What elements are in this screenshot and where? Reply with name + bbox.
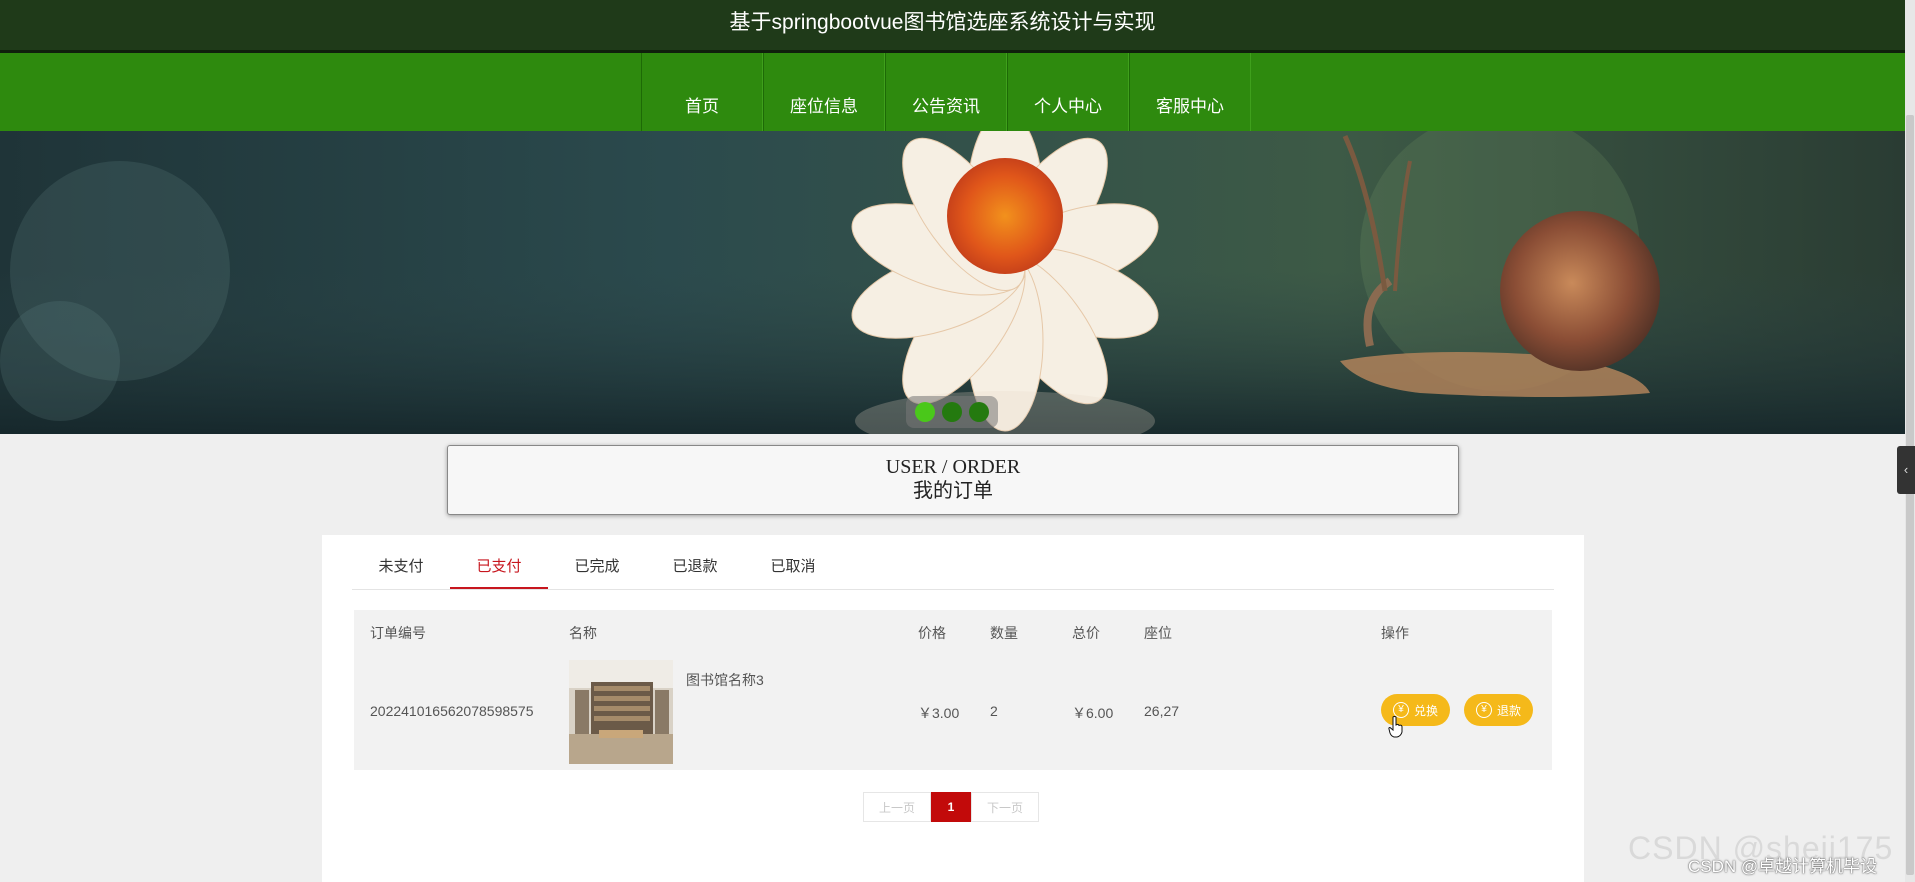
chevron-left-icon[interactable]: ‹ bbox=[1897, 446, 1915, 494]
nav-item-support[interactable]: 客服中心 bbox=[1129, 53, 1251, 131]
section-title-cn: 我的订单 bbox=[913, 480, 993, 502]
redeem-button-label: 兑换 bbox=[1413, 703, 1438, 718]
refund-button-label: 退款 bbox=[1496, 703, 1521, 718]
tab-unpaid[interactable]: 未支付 bbox=[352, 535, 450, 589]
hand-cursor-icon bbox=[1388, 716, 1403, 738]
next-page-button[interactable]: 下一页 bbox=[971, 792, 1039, 822]
site-header: 基于springbootvue图书馆选座系统设计与实现 bbox=[0, 0, 1915, 53]
scrollbar-thumb[interactable] bbox=[1906, 115, 1914, 875]
section-heading: USER / ORDER 我的订单 bbox=[447, 445, 1459, 515]
order-number: 20224101656207859857​5 bbox=[370, 703, 534, 719]
column-header-name: 名称 bbox=[569, 625, 597, 641]
carousel-dot-1[interactable] bbox=[915, 402, 935, 422]
carousel-dot-2[interactable] bbox=[942, 402, 962, 422]
nav-item-profile[interactable]: 个人中心 bbox=[1007, 53, 1129, 131]
tab-refunded[interactable]: 已退款 bbox=[646, 535, 744, 589]
prev-page-button[interactable]: 上一页 bbox=[863, 792, 931, 822]
site-title: 基于springbootvue图书馆选座系统设计与实现 bbox=[729, 11, 1156, 34]
pagination: 上一页 1 下一页 bbox=[863, 792, 1039, 822]
main-nav: 首页 座位信息 公告资讯 个人中心 客服中心 bbox=[0, 53, 1905, 131]
current-page[interactable]: 1 bbox=[931, 792, 971, 822]
column-header-price: 价格 bbox=[918, 625, 946, 641]
page-scrollbar[interactable] bbox=[1905, 0, 1915, 882]
column-header-quantity: 数量 bbox=[990, 625, 1018, 641]
nav-item-seats[interactable]: 座位信息 bbox=[763, 53, 885, 131]
nav-item-news[interactable]: 公告资讯 bbox=[885, 53, 1007, 131]
seat-numbers: 26,27 bbox=[1144, 703, 1180, 719]
item-quantity: 2 bbox=[990, 703, 998, 719]
refund-button[interactable]: ¥ 退款 bbox=[1464, 694, 1533, 726]
column-header-seat: 座位 bbox=[1144, 625, 1172, 641]
order-status-tabs: 未支付 已支付 已完成 已退款 已取消 bbox=[352, 535, 1554, 590]
tab-cancelled[interactable]: 已取消 bbox=[744, 535, 842, 589]
order-panel: 未支付 已支付 已完成 已退款 已取消 订单编号 名称 价格 数量 总价 座位 … bbox=[322, 535, 1584, 882]
order-total: ￥6.00 bbox=[1072, 705, 1114, 721]
banner-image bbox=[0, 131, 1905, 434]
yen-coin-icon: ¥ bbox=[1475, 702, 1492, 718]
library-name[interactable]: 图书馆名称3 bbox=[686, 670, 764, 690]
library-thumbnail[interactable] bbox=[569, 660, 673, 764]
tab-paid[interactable]: 已支付 bbox=[450, 535, 548, 589]
section-title-en: USER / ORDER bbox=[885, 456, 1021, 478]
watermark-sub: CSDN @卓越计算机毕设 bbox=[1688, 857, 1878, 876]
order-table: 订单编号 名称 价格 数量 总价 座位 操作 20224101656207859… bbox=[354, 610, 1552, 770]
banner-carousel bbox=[0, 131, 1905, 434]
nav-item-home[interactable]: 首页 bbox=[641, 53, 763, 131]
carousel-dot-3[interactable] bbox=[969, 402, 989, 422]
carousel-indicators bbox=[906, 396, 998, 428]
column-header-order-no: 订单编号 bbox=[370, 625, 426, 641]
column-header-total: 总价 bbox=[1072, 625, 1100, 641]
tab-completed[interactable]: 已完成 bbox=[548, 535, 646, 589]
item-price: ￥3.00 bbox=[918, 705, 960, 721]
column-header-actions: 操作 bbox=[1381, 625, 1409, 641]
